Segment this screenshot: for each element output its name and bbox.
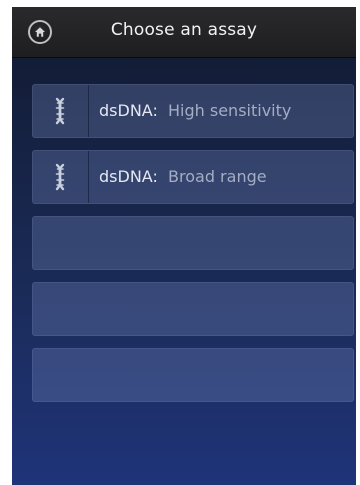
assay-name: High sensitivity [168,101,292,120]
empty-assay-slot[interactable] [32,282,354,336]
assay-name: Broad range [168,167,267,186]
assay-label: dsDNA: High sensitivity [99,101,291,120]
assay-icon-cell [33,151,89,203]
assay-type: dsDNA: [99,167,158,186]
dna-icon [55,163,65,191]
empty-assay-slot[interactable] [32,348,354,402]
assay-icon-cell [33,85,89,137]
app-screen: Choose an assay dsDNA: High sensitivity [12,7,356,485]
assay-item-broad-range[interactable]: dsDNA: Broad range [32,150,354,204]
assay-item-high-sensitivity[interactable]: dsDNA: High sensitivity [32,84,354,138]
assay-type: dsDNA: [99,101,158,120]
page-title: Choose an assay [110,20,258,40]
empty-assay-slot[interactable] [32,216,354,270]
dna-icon [55,97,65,125]
top-bar: Choose an assay [12,7,356,58]
assay-label: dsDNA: Broad range [99,167,267,186]
